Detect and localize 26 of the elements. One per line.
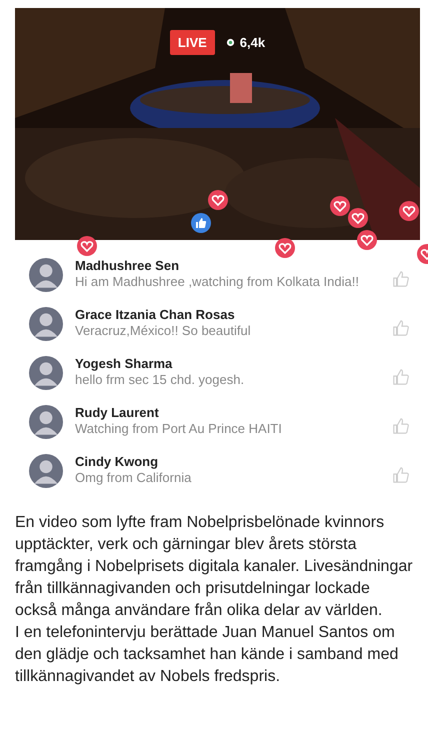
comment-text: Hi am Madhushree ,watching from Kolkata India!!	[75, 273, 360, 290]
thumbs-up-icon[interactable]	[392, 319, 410, 337]
commenter-name: Grace Itzania Chan Rosas	[75, 307, 236, 322]
avatar	[29, 258, 63, 292]
thumbs-up-icon[interactable]	[392, 270, 410, 288]
eye-icon	[226, 38, 235, 47]
commenter-name: Cindy Kwong	[75, 454, 160, 469]
avatar	[29, 454, 63, 488]
article-paragraph: En video som lyfte fram Nobelprisbelönade kvinnors upptäckter, verk och gärningar blev årets största framgång i Nobelprisets digitala kanaler. Livesändningar från tillkännagivanden och prisutdelningar lockade också många användare från olika delar av världen.	[15, 513, 414, 621]
live-badge: LIVE	[170, 30, 215, 55]
comment-text: Omg from California	[75, 469, 192, 486]
comment-text: Veracruz,México!! So beautiful	[75, 322, 252, 339]
commenter-name: Yogesh Sharma	[75, 356, 174, 371]
thumbs-up-icon[interactable]	[392, 368, 410, 386]
commenter-name: Rudy Laurent	[75, 405, 160, 420]
comment-text: Watching from Port Au Prince HAITI	[75, 420, 283, 437]
viewer-count: 6,4k	[240, 35, 266, 50]
thumbs-up-icon[interactable]	[392, 466, 410, 484]
commenter-name: Madhushree Sen	[75, 258, 180, 273]
comment-text: hello frm sec 15 chd. yogesh.	[75, 371, 246, 388]
like-icon	[191, 213, 211, 233]
avatar	[29, 307, 63, 341]
avatar	[29, 405, 63, 439]
avatar	[29, 356, 63, 390]
thumbs-up-icon[interactable]	[392, 417, 410, 435]
article-paragraph: I en telefonintervju berättade Juan Manuel Santos om den glädje och tacksamhet han kände i samband med tillkännagivandet av Nobels fredspris.	[15, 623, 400, 687]
